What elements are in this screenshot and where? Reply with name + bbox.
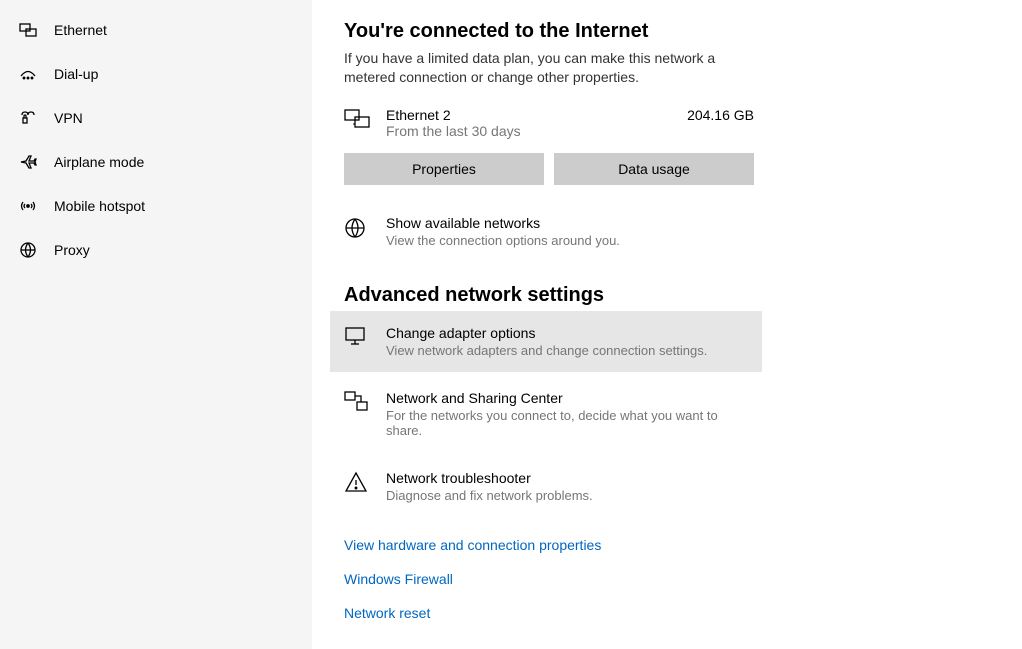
dialup-icon [18,64,38,84]
link-hardware-properties[interactable]: View hardware and connection properties [344,537,1002,553]
advanced-heading: Advanced network settings [344,284,1002,307]
sidebar-item-label: Proxy [54,242,90,258]
page-subtext: If you have a limited data plan, you can… [344,49,764,87]
monitor-icon [344,107,368,134]
available-title: Show available networks [386,215,620,231]
airplane-icon [18,152,38,172]
data-usage-button[interactable]: Data usage [554,153,754,185]
main-content: You're connected to the Internet If you … [312,0,1022,649]
sidebar-item-airplane-mode[interactable]: Airplane mode [0,140,312,184]
sidebar-item-mobile-hotspot[interactable]: Mobile hotspot [0,184,312,228]
connection-block: Ethernet 2 From the last 30 days 204.16 … [344,107,1002,185]
page-heading: You're connected to the Internet [344,20,1002,43]
connection-period: From the last 30 days [386,123,521,139]
option-title: Network and Sharing Center [386,390,750,406]
option-desc: View network adapters and change connect… [386,343,707,358]
sidebar-item-label: Dial-up [54,66,98,82]
sidebar: Ethernet Dial-up VPN Airplane mode Mobil… [0,0,312,649]
option-desc: For the networks you connect to, decide … [386,408,750,438]
sidebar-item-label: VPN [54,110,83,126]
network-sharing-center[interactable]: Network and Sharing Center For the netwo… [330,376,762,452]
sidebar-item-proxy[interactable]: Proxy [0,228,312,272]
sidebar-item-ethernet[interactable]: Ethernet [0,8,312,52]
sharing-icon [344,390,368,414]
option-title: Change adapter options [386,325,707,341]
warning-icon [344,470,368,496]
sidebar-item-label: Ethernet [54,22,107,38]
vpn-icon [18,108,38,128]
adapter-icon [344,325,368,349]
link-network-reset[interactable]: Network reset [344,605,1002,621]
option-desc: Diagnose and fix network problems. [386,488,593,503]
show-available-networks[interactable]: Show available networks View the connect… [344,211,764,252]
sidebar-item-vpn[interactable]: VPN [0,96,312,140]
ethernet-icon [18,20,38,40]
sidebar-item-label: Airplane mode [54,154,144,170]
network-troubleshooter[interactable]: Network troubleshooter Diagnose and fix … [330,456,762,517]
connection-name: Ethernet 2 [386,107,521,123]
link-windows-firewall[interactable]: Windows Firewall [344,571,1002,587]
sidebar-item-dialup[interactable]: Dial-up [0,52,312,96]
change-adapter-options[interactable]: Change adapter options View network adap… [330,311,762,372]
sidebar-item-label: Mobile hotspot [54,198,145,214]
option-title: Network troubleshooter [386,470,593,486]
hotspot-icon [18,196,38,216]
globe-icon [344,215,368,248]
connection-usage: 204.16 GB [687,107,754,139]
available-desc: View the connection options around you. [386,233,620,248]
properties-button[interactable]: Properties [344,153,544,185]
proxy-icon [18,240,38,260]
